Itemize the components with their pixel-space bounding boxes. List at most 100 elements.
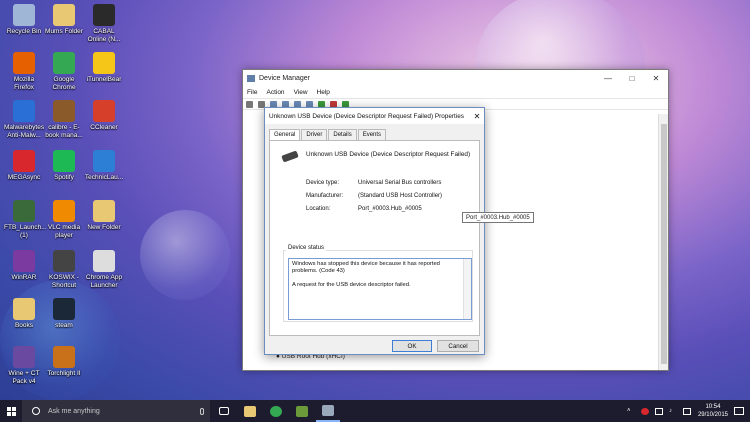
app-icon bbox=[53, 200, 75, 222]
start-button[interactable] bbox=[0, 400, 22, 422]
keyboard-icon[interactable] bbox=[682, 407, 691, 415]
chrome-taskbar[interactable] bbox=[264, 400, 288, 422]
volume-icon[interactable]: ♪ bbox=[669, 408, 677, 415]
app-icon bbox=[13, 298, 35, 320]
close-button[interactable]: ✕ bbox=[644, 74, 668, 83]
desktop-icon[interactable]: Mozilla Firefox bbox=[4, 52, 44, 91]
desktop-icon[interactable]: Books bbox=[4, 298, 44, 330]
status-scrollbar[interactable] bbox=[463, 259, 471, 319]
device-name: Unknown USB Device (Device Descriptor Re… bbox=[306, 151, 471, 158]
device-type-label: Device type: bbox=[306, 180, 340, 186]
tree-scrollbar[interactable] bbox=[658, 114, 668, 370]
desktop-icon[interactable]: KOSWIX - Shortcut bbox=[44, 250, 84, 289]
show-hidden-icons-icon[interactable]: ˄ bbox=[627, 408, 635, 415]
network-icon[interactable] bbox=[654, 407, 663, 415]
app-icon bbox=[13, 150, 35, 172]
app-icon bbox=[53, 100, 75, 122]
desktop-icon-label: VLC media player bbox=[47, 224, 81, 239]
mega-tray-icon[interactable] bbox=[640, 407, 649, 415]
desktop-icon-label: CCleaner bbox=[90, 124, 118, 131]
search-placeholder: Ask me anything bbox=[48, 407, 100, 415]
desktop-icon[interactable]: calibre - E-book mana... bbox=[44, 100, 84, 139]
device-status-text[interactable]: Windows has stopped this device because … bbox=[288, 258, 472, 320]
app-icon bbox=[53, 4, 75, 26]
desktop-icon[interactable]: Malwarebytes Anti-Malw... bbox=[4, 100, 44, 139]
minecraft-taskbar[interactable] bbox=[290, 400, 314, 422]
desktop-icon[interactable]: Google Chrome bbox=[44, 52, 84, 91]
desktop-icon[interactable]: Wine + CT Pack v4 bbox=[4, 346, 44, 385]
desktop-icon-label: Torchlight II bbox=[47, 370, 81, 377]
tab-general[interactable]: General bbox=[269, 129, 301, 140]
device-manager-title: Device Manager bbox=[259, 74, 310, 82]
device-manager-titlebar[interactable]: Device Manager — □ ✕ bbox=[243, 70, 668, 86]
app-icon bbox=[53, 346, 75, 368]
system-tray: ˄ ♪ 10:54 29/10/2015 bbox=[624, 403, 750, 419]
desktop-icon[interactable]: FTB_Launch... (1) bbox=[4, 200, 47, 239]
app-icon bbox=[93, 52, 115, 74]
action-center-icon[interactable] bbox=[734, 407, 744, 415]
app-icon bbox=[53, 52, 75, 74]
app-icon bbox=[13, 4, 35, 26]
microphone-icon[interactable] bbox=[200, 407, 204, 415]
wallpaper-bubble bbox=[140, 210, 230, 300]
device-type-value: Universal Serial Bus controllers bbox=[358, 180, 442, 186]
menu-action[interactable]: Action bbox=[266, 89, 284, 96]
desktop-icon[interactable]: Torchlight II bbox=[44, 346, 84, 378]
desktop-icon[interactable]: CABAL Online (N... bbox=[84, 4, 124, 43]
desktop-icon[interactable]: Chrome App Launcher bbox=[84, 250, 124, 289]
app-icon bbox=[93, 150, 115, 172]
desktop-icon-label: steam bbox=[55, 322, 73, 329]
desktop-icon[interactable]: TechnicLau... bbox=[84, 150, 124, 182]
tab-events[interactable]: Events bbox=[357, 129, 387, 140]
desktop-icon[interactable]: Spotify bbox=[44, 150, 84, 182]
desktop-icon-label: Spotify bbox=[54, 174, 74, 181]
app-icon bbox=[13, 250, 35, 272]
menu-file[interactable]: File bbox=[247, 89, 257, 96]
task-view-button[interactable] bbox=[212, 400, 236, 422]
desktop-icon[interactable]: steam bbox=[44, 298, 84, 330]
desktop-icon[interactable]: MEGAsync bbox=[4, 150, 44, 182]
dialog-close-button[interactable]: ✕ bbox=[470, 112, 484, 121]
app-icon bbox=[13, 100, 35, 122]
desktop-icon-label: calibre - E-book mana... bbox=[45, 124, 83, 139]
maximize-button[interactable]: □ bbox=[620, 74, 644, 83]
desktop-icon-label: TechnicLau... bbox=[84, 174, 124, 181]
desktop-icon-label: Google Chrome bbox=[52, 76, 76, 91]
menu-view[interactable]: View bbox=[294, 89, 308, 96]
desktop-icon[interactable]: Mums Folder bbox=[44, 4, 84, 36]
desktop-icon[interactable]: VLC media player bbox=[44, 200, 84, 239]
desktop-icon-label: WinRAR bbox=[11, 274, 37, 281]
clock[interactable]: 10:54 29/10/2015 bbox=[698, 403, 728, 419]
back-icon[interactable] bbox=[246, 100, 253, 108]
device-manager-taskbar[interactable] bbox=[316, 400, 340, 422]
menu-help[interactable]: Help bbox=[317, 89, 330, 96]
location-value: Port_#0003.Hub_#0005 bbox=[358, 206, 422, 212]
status-line-2: A request for the USB device descriptor … bbox=[292, 282, 411, 288]
minimize-button[interactable]: — bbox=[596, 74, 620, 83]
clock-date: 29/10/2015 bbox=[697, 412, 728, 418]
cortana-search-box[interactable]: Ask me anything bbox=[22, 400, 210, 422]
tab-strip: General Driver Details Events bbox=[269, 129, 387, 140]
desktop-icon-label: iTunnelBear bbox=[86, 76, 122, 83]
dialog-titlebar[interactable]: Unknown USB Device (Device Descriptor Re… bbox=[265, 108, 484, 124]
tab-driver[interactable]: Driver bbox=[301, 129, 328, 140]
desktop-icon-label: Mozilla Firefox bbox=[13, 76, 35, 91]
file-explorer-taskbar[interactable] bbox=[238, 400, 262, 422]
desktop-icon[interactable]: Recycle Bin bbox=[4, 4, 44, 36]
cortana-icon bbox=[32, 407, 40, 415]
manufacturer-label: Manufacturer: bbox=[306, 193, 344, 199]
general-panel: Unknown USB Device (Device Descriptor Re… bbox=[269, 140, 480, 336]
desktop-icon[interactable]: CCleaner bbox=[84, 100, 124, 132]
desktop-icon[interactable]: iTunnelBear bbox=[84, 52, 124, 84]
desktop-icon-label: Mums Folder bbox=[45, 28, 83, 35]
app-icon bbox=[13, 52, 35, 74]
tab-details[interactable]: Details bbox=[328, 129, 357, 140]
ok-button[interactable]: OK bbox=[392, 340, 432, 352]
properties-dialog[interactable]: Unknown USB Device (Device Descriptor Re… bbox=[264, 107, 485, 355]
desktop-icon-label: Chrome App Launcher bbox=[85, 274, 123, 289]
desktop-icon-label: Recycle Bin bbox=[6, 28, 42, 35]
cancel-button[interactable]: Cancel bbox=[437, 340, 479, 352]
scroll-thumb[interactable] bbox=[661, 124, 667, 364]
desktop-icon[interactable]: WinRAR bbox=[4, 250, 44, 282]
desktop-icon[interactable]: New Folder bbox=[84, 200, 124, 232]
